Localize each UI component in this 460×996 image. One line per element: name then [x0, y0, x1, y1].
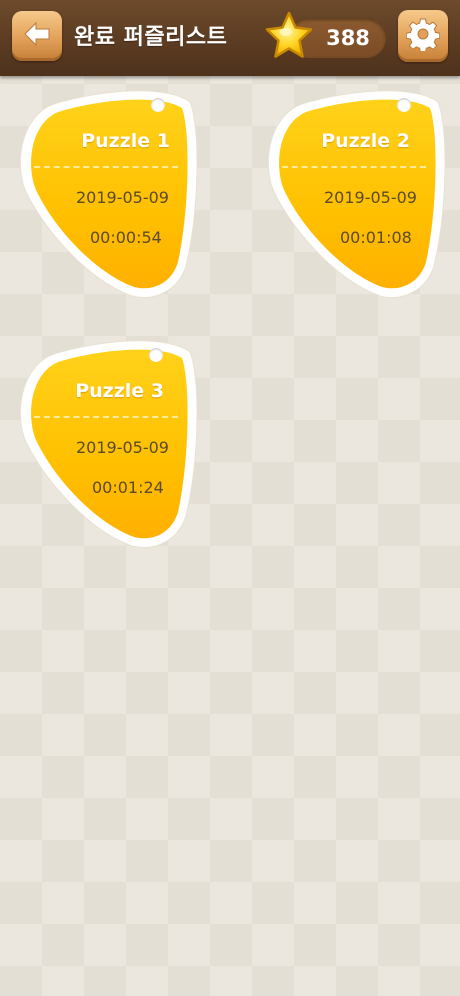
- back-button[interactable]: [12, 11, 62, 61]
- tag-divider: [34, 166, 178, 168]
- star-icon: [264, 10, 314, 62]
- puzzle-date: 2019-05-09: [76, 188, 169, 207]
- puzzle-time: 00:00:54: [90, 228, 162, 247]
- tag-divider: [34, 416, 178, 418]
- gear-icon: [405, 17, 441, 55]
- puzzle-card-1[interactable]: Puzzle 1 2019-05-09 00:00:54: [14, 86, 198, 306]
- puzzle-time: 00:01:24: [92, 478, 164, 497]
- page-title: 완료 퍼즐리스트: [74, 25, 228, 50]
- puzzle-time: 00:01:08: [340, 228, 412, 247]
- tag-divider: [282, 166, 426, 168]
- back-arrow-icon: [22, 19, 52, 53]
- tag-hole: [397, 98, 411, 112]
- settings-button[interactable]: [398, 10, 448, 62]
- puzzle-date: 2019-05-09: [324, 188, 417, 207]
- puzzle-date: 2019-05-09: [76, 438, 169, 457]
- puzzle-card-2[interactable]: Puzzle 2 2019-05-09 00:01:08: [262, 86, 446, 306]
- top-bar: 완료 퍼즐리스트 388: [0, 0, 460, 76]
- tag-hole: [151, 98, 165, 112]
- puzzle-card-3[interactable]: Puzzle 3 2019-05-09 00:01:24: [14, 336, 198, 556]
- tag-hole: [149, 348, 163, 362]
- puzzle-name: Puzzle 2: [321, 130, 410, 152]
- puzzle-name: Puzzle 1: [81, 130, 170, 152]
- score-value: 388: [326, 26, 370, 50]
- puzzle-name: Puzzle 3: [75, 380, 164, 402]
